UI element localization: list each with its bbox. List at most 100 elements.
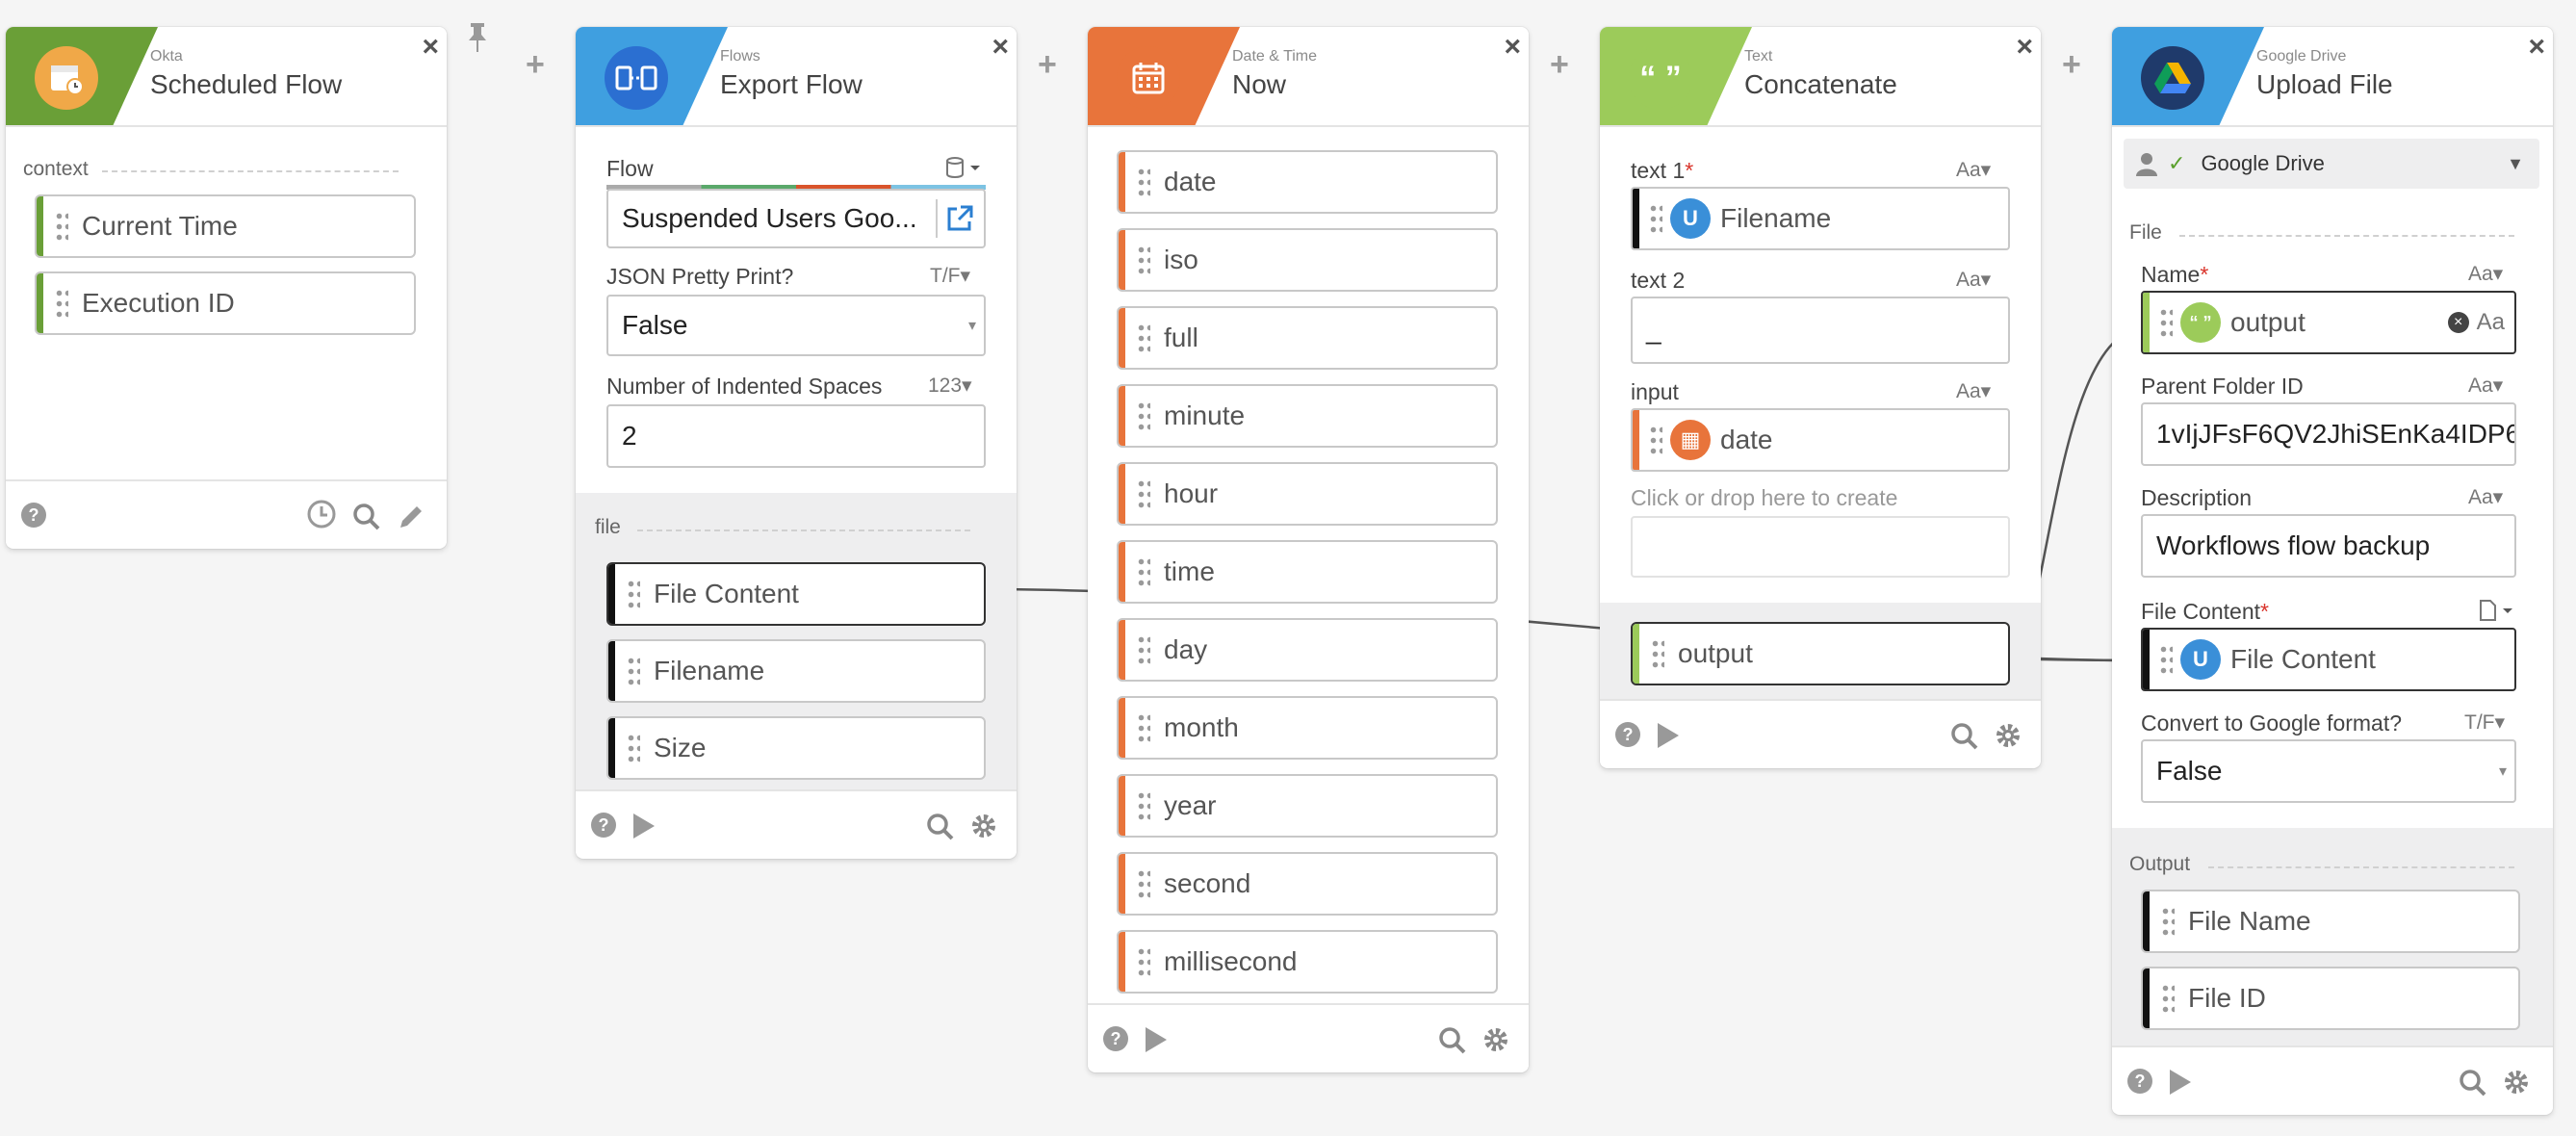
drag-handle[interactable] bbox=[1137, 946, 1150, 977]
add-step-button[interactable]: + bbox=[526, 46, 545, 84]
add-step-button[interactable]: + bbox=[1550, 46, 1569, 84]
card-body: text 1* Aa▾ U Filename text 2 Aa▾ _ inpu… bbox=[1600, 127, 2041, 699]
type-selector[interactable]: T/F▾ bbox=[930, 264, 970, 288]
drag-handle[interactable] bbox=[1137, 323, 1150, 353]
drag-handle[interactable] bbox=[1137, 167, 1150, 197]
output-item-output[interactable]: output bbox=[1631, 622, 2010, 685]
file-content-input[interactable]: U File Content bbox=[2141, 628, 2516, 691]
input-field[interactable]: ▦ date bbox=[1631, 408, 2010, 472]
output-item-label: iso bbox=[1164, 245, 1198, 274]
drag-handle[interactable] bbox=[1137, 790, 1150, 821]
search-icon[interactable] bbox=[352, 503, 381, 531]
help-icon[interactable]: ? bbox=[21, 503, 46, 528]
output-item-day[interactable]: day bbox=[1117, 618, 1498, 682]
output-item-execution-id[interactable]: Execution ID bbox=[35, 271, 416, 335]
output-item-file-id[interactable]: File ID bbox=[2141, 967, 2520, 1030]
drag-handle[interactable] bbox=[2159, 307, 2173, 338]
output-item-date[interactable]: date bbox=[1117, 150, 1498, 214]
output-item-file-name[interactable]: File Name bbox=[2141, 890, 2520, 953]
color-strip bbox=[1119, 230, 1125, 290]
output-item-month[interactable]: month bbox=[1117, 696, 1498, 760]
drag-handle[interactable] bbox=[1137, 634, 1150, 665]
drag-handle[interactable] bbox=[1137, 868, 1150, 899]
file-type-icon[interactable] bbox=[2478, 599, 2516, 622]
gear-icon[interactable] bbox=[2501, 1067, 2532, 1097]
type-selector[interactable]: Aa▾ bbox=[2468, 374, 2503, 398]
type-selector[interactable]: Aa▾ bbox=[1956, 379, 1991, 403]
drop-target[interactable] bbox=[1631, 516, 2010, 578]
search-icon[interactable] bbox=[2459, 1069, 2487, 1097]
drag-handle[interactable] bbox=[1137, 400, 1150, 431]
description-input[interactable]: Workflows flow backup bbox=[2141, 514, 2516, 578]
output-item-minute[interactable]: minute bbox=[1117, 384, 1498, 448]
search-icon[interactable] bbox=[926, 813, 955, 841]
close-icon[interactable]: × bbox=[1504, 33, 1521, 62]
convert-select[interactable]: False ▾ bbox=[2141, 739, 2516, 803]
clock-icon[interactable] bbox=[306, 499, 337, 529]
output-item-full[interactable]: full bbox=[1117, 306, 1498, 370]
database-type-icon[interactable] bbox=[945, 156, 984, 179]
open-external-icon[interactable] bbox=[945, 204, 974, 233]
help-icon[interactable]: ? bbox=[591, 813, 616, 838]
connection-selector[interactable]: ✓ Google Drive ▼ bbox=[2124, 139, 2539, 189]
pencil-icon[interactable] bbox=[397, 503, 425, 531]
drag-handle[interactable] bbox=[1137, 556, 1150, 587]
add-step-button[interactable]: + bbox=[1038, 46, 1057, 84]
play-icon[interactable] bbox=[633, 813, 655, 839]
output-item-time[interactable]: time bbox=[1117, 540, 1498, 604]
close-icon[interactable]: × bbox=[992, 33, 1009, 62]
help-icon[interactable]: ? bbox=[2127, 1069, 2152, 1094]
type-selector[interactable]: 123▾ bbox=[928, 374, 972, 398]
play-icon[interactable] bbox=[1658, 723, 1679, 748]
output-item-second[interactable]: second bbox=[1117, 852, 1498, 916]
type-selector[interactable]: Aa▾ bbox=[2468, 262, 2503, 286]
add-step-button[interactable]: + bbox=[2062, 46, 2081, 84]
search-icon[interactable] bbox=[1438, 1026, 1467, 1055]
output-item-millisecond[interactable]: millisecond bbox=[1117, 930, 1498, 994]
gear-icon[interactable] bbox=[1481, 1024, 1511, 1055]
drag-handle[interactable] bbox=[2159, 644, 2173, 675]
play-icon[interactable] bbox=[1146, 1027, 1167, 1052]
card-footer: ? bbox=[1088, 1003, 1529, 1071]
drag-handle[interactable] bbox=[1137, 245, 1150, 275]
connection-name: Google Drive bbox=[2201, 151, 2325, 175]
json-pretty-select[interactable]: False ▾ bbox=[606, 295, 986, 356]
text1-input[interactable]: U Filename bbox=[1631, 187, 2010, 250]
text1-label: text 1* bbox=[1631, 158, 1694, 183]
type-selector[interactable]: Aa▾ bbox=[2468, 485, 2503, 509]
drag-handle[interactable] bbox=[1137, 712, 1150, 743]
type-selector[interactable]: Aa▾ bbox=[1956, 268, 1991, 292]
output-item-file-content[interactable]: File Content bbox=[606, 562, 986, 626]
play-icon[interactable] bbox=[2170, 1070, 2191, 1095]
close-icon[interactable]: × bbox=[2528, 33, 2545, 62]
close-icon[interactable]: × bbox=[2016, 33, 2033, 62]
pin-icon[interactable] bbox=[466, 21, 489, 59]
close-icon[interactable]: × bbox=[422, 33, 439, 62]
card-footer: ? bbox=[576, 789, 1017, 857]
output-item-size[interactable]: Size bbox=[606, 716, 986, 780]
output-item-year[interactable]: year bbox=[1117, 774, 1498, 838]
search-icon[interactable] bbox=[1950, 722, 1979, 751]
parent-folder-input[interactable]: 1vIjJFsF6QV2JhiSEnKa4IDP6 bbox=[2141, 402, 2516, 466]
gear-icon[interactable] bbox=[968, 811, 999, 841]
type-selector[interactable]: T/F▾ bbox=[2464, 710, 2505, 735]
clear-icon[interactable]: × bbox=[2447, 312, 2469, 333]
drag-handle[interactable] bbox=[1137, 478, 1150, 509]
type-selector[interactable]: Aa▾ bbox=[1956, 158, 1991, 182]
gear-icon[interactable] bbox=[1993, 720, 2023, 751]
output-item-iso[interactable]: iso bbox=[1117, 228, 1498, 292]
name-input[interactable]: “ ” output × Aa bbox=[2141, 291, 2516, 354]
output-item-current-time[interactable]: Current Time bbox=[35, 194, 416, 258]
drag-handle[interactable] bbox=[1649, 203, 1662, 234]
output-item-label: minute bbox=[1164, 400, 1246, 430]
help-icon[interactable]: ? bbox=[1615, 722, 1640, 747]
output-item-filename[interactable]: Filename bbox=[606, 639, 986, 703]
drag-handle[interactable] bbox=[1649, 425, 1662, 455]
card-body: Flow Suspended Users Goo... JSON Pretty … bbox=[576, 127, 1017, 789]
indent-spaces-input[interactable]: 2 bbox=[606, 404, 986, 468]
input-strip bbox=[1633, 410, 1639, 470]
flow-selector[interactable]: Suspended Users Goo... bbox=[606, 189, 986, 248]
text2-input[interactable]: _ bbox=[1631, 297, 2010, 364]
help-icon[interactable]: ? bbox=[1103, 1026, 1128, 1051]
output-item-hour[interactable]: hour bbox=[1117, 462, 1498, 526]
